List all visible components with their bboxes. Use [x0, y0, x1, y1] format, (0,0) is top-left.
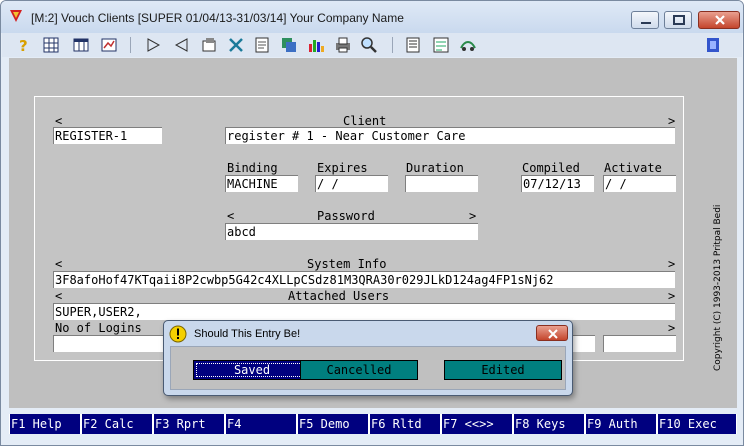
logins-extra-field[interactable]: [571, 335, 595, 352]
copy-icon[interactable]: [280, 36, 298, 54]
notes-icon[interactable]: [404, 36, 422, 54]
logins-right-arrow[interactable]: >: [668, 321, 675, 335]
client-name-field[interactable]: register # 1 - Near Customer Care: [225, 127, 675, 144]
maximize-icon: [673, 15, 685, 25]
exit-icon[interactable]: [704, 36, 722, 54]
binding-field[interactable]: MACHINE: [225, 175, 298, 192]
compiled-field[interactable]: 07/12/13: [521, 175, 594, 192]
close-button[interactable]: [698, 11, 740, 29]
fkey-f8-keys[interactable]: F8 Keys: [514, 414, 584, 434]
dialog-body: Saved Cancelled Edited: [170, 346, 566, 390]
activate-label: Activate: [604, 161, 662, 175]
copyright-text: Copyright (C) 1993-2013 Pritpal Bedi: [713, 204, 723, 371]
title-bar[interactable]: [M:2] Vouch Clients [SUPER 01/04/13-31/0…: [1, 1, 743, 33]
fkey-f2-calc[interactable]: F2 Calc: [82, 414, 152, 434]
form-icon[interactable]: [200, 36, 218, 54]
password-label: Password: [317, 209, 375, 223]
minimize-button[interactable]: [631, 11, 659, 29]
duration-field[interactable]: [405, 175, 478, 192]
client-header: Client: [343, 114, 387, 128]
dialog-close-button[interactable]: [536, 325, 568, 341]
chart-icon[interactable]: [307, 36, 325, 54]
fkey-f3-report[interactable]: F3 Rprt: [154, 414, 224, 434]
client-code-field[interactable]: REGISTER-1: [53, 127, 162, 144]
attached-users-field[interactable]: SUPER,USER2,: [53, 303, 675, 320]
back-icon[interactable]: [172, 36, 190, 54]
entry-status-dialog: Should This Entry Be! Saved Cancelled Ed…: [163, 320, 573, 396]
saved-button[interactable]: Saved: [193, 360, 311, 380]
binding-label: Binding: [227, 161, 278, 175]
password-right-arrow[interactable]: >: [469, 209, 476, 223]
maximize-button[interactable]: [664, 11, 692, 29]
svg-text:?: ?: [19, 37, 28, 54]
cancelled-button[interactable]: Cancelled: [300, 360, 418, 380]
toolbar-separator: [392, 37, 393, 53]
tools-icon[interactable]: [227, 36, 245, 54]
print-icon[interactable]: [334, 36, 352, 54]
play-icon[interactable]: [144, 36, 162, 54]
compiled-label: Compiled: [522, 161, 580, 175]
duration-label: Duration: [406, 161, 464, 175]
settings-icon[interactable]: [432, 36, 450, 54]
attached-users-label: Attached Users: [288, 289, 390, 303]
toolbar: ?: [2, 33, 742, 57]
scroll-left-arrow[interactable]: <: [55, 114, 62, 128]
fkey-f1-help[interactable]: F1 Help: [10, 414, 80, 434]
users-right-arrow[interactable]: >: [668, 289, 675, 303]
grid-icon[interactable]: [42, 36, 60, 54]
link-icon[interactable]: [459, 36, 477, 54]
logins-label: No of Logins: [55, 321, 142, 335]
system-info-left-arrow[interactable]: <: [55, 257, 62, 271]
fkey-f6-related[interactable]: F6 Rltd: [370, 414, 440, 434]
logins-right-field[interactable]: [603, 335, 676, 352]
password-field[interactable]: abcd: [225, 223, 478, 240]
fkey-f9-auth[interactable]: F9 Auth: [586, 414, 656, 434]
expires-field[interactable]: / /: [315, 175, 388, 192]
help-icon[interactable]: ?: [16, 36, 34, 54]
function-key-bar: F1 Help F2 Calc F3 Rprt F4 F5 Demo F6 Rl…: [9, 414, 737, 434]
scroll-right-arrow[interactable]: >: [668, 114, 675, 128]
fkey-f7-navigate[interactable]: F7 <<>>: [442, 414, 512, 434]
report-icon[interactable]: [100, 36, 118, 54]
activate-field[interactable]: / /: [603, 175, 676, 192]
password-left-arrow[interactable]: <: [227, 209, 234, 223]
close-icon: [548, 329, 558, 339]
logins-field[interactable]: [53, 335, 173, 352]
system-info-label: System Info: [307, 257, 387, 271]
expires-label: Expires: [317, 161, 368, 175]
warning-icon: [169, 325, 187, 343]
find-icon[interactable]: [360, 36, 378, 54]
fkey-f5-demo[interactable]: F5 Demo: [298, 414, 368, 434]
toolbar-separator: [130, 37, 131, 53]
table-icon[interactable]: [72, 36, 90, 54]
fkey-f10-exec[interactable]: F10 Exec: [658, 414, 736, 434]
minimize-icon: [641, 22, 651, 24]
edited-button[interactable]: Edited: [444, 360, 562, 380]
users-left-arrow[interactable]: <: [55, 289, 62, 303]
fkey-f4[interactable]: F4: [226, 414, 296, 434]
window-title: [M:2] Vouch Clients [SUPER 01/04/13-31/0…: [31, 11, 404, 25]
system-info-field[interactable]: 3F8afoHof47KTqaii8P2cwbp5G42c4XLLpCSdz81…: [53, 271, 675, 288]
dialog-title: Should This Entry Be!: [194, 328, 301, 340]
document-icon[interactable]: [253, 36, 271, 54]
close-icon: [715, 15, 725, 25]
app-logo-icon: [10, 10, 22, 22]
app-window: [M:2] Vouch Clients [SUPER 01/04/13-31/0…: [0, 0, 744, 446]
system-info-right-arrow[interactable]: >: [668, 257, 675, 271]
